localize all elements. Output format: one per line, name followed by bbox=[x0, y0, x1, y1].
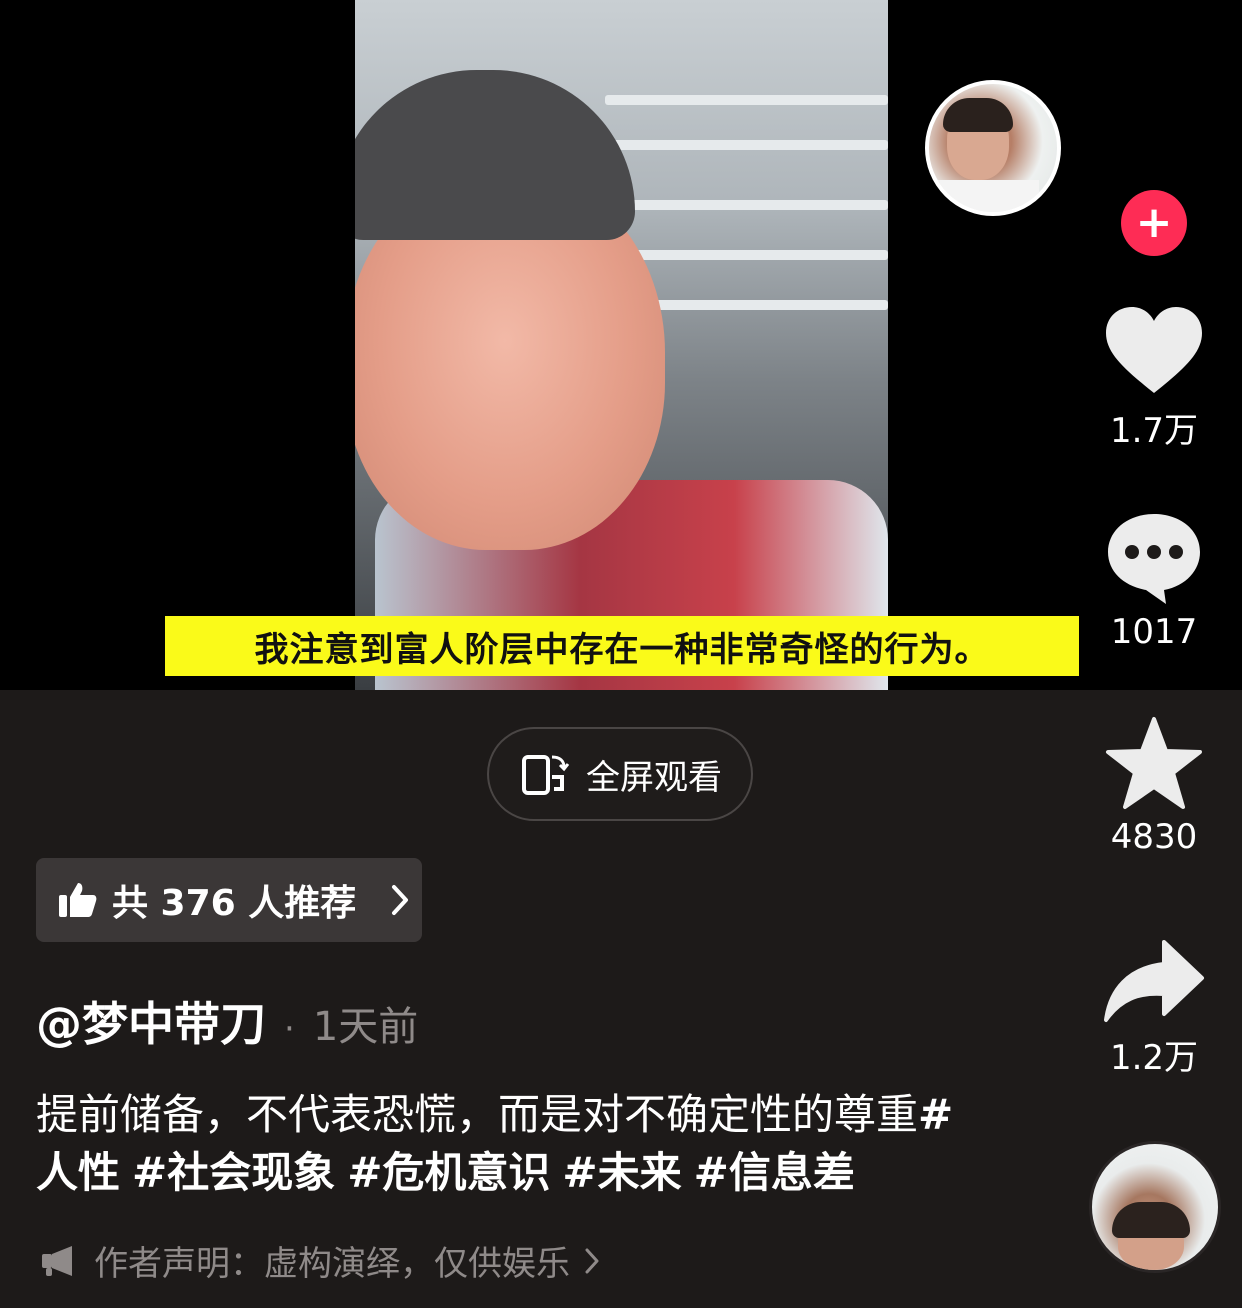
comment-button[interactable]: 1017 bbox=[1082, 510, 1226, 652]
fullscreen-icon bbox=[522, 755, 570, 795]
favorite-count: 4830 bbox=[1110, 817, 1198, 857]
hashtag[interactable]: #危机意识 bbox=[347, 1148, 550, 1197]
music-disc[interactable] bbox=[1089, 1141, 1221, 1273]
van-ceiling-rib bbox=[605, 250, 888, 260]
comment-count: 1017 bbox=[1110, 612, 1198, 652]
avatar-shirt bbox=[929, 180, 1039, 212]
van-ceiling-rib bbox=[605, 140, 888, 150]
hashtag[interactable]: #信息差 bbox=[694, 1148, 855, 1197]
plus-icon: + bbox=[1135, 197, 1173, 248]
thumbs-up-icon bbox=[59, 883, 97, 917]
separator-dot: · bbox=[284, 1009, 295, 1049]
video-subtitle: 我注意到富人阶层中存在一种非常奇怪的行为。 bbox=[165, 616, 1079, 676]
share-icon bbox=[1104, 940, 1204, 1022]
recommend-label: 共 376 人推荐 bbox=[112, 883, 357, 924]
post-caption: 提前储备，不代表恐慌，而是对不确定性的尊重#人性 #社会现象 #危机意识 #未来 #信息… bbox=[36, 1086, 976, 1202]
fullscreen-button[interactable]: 全屏观看 bbox=[487, 727, 753, 821]
hashtag[interactable]: #未来 bbox=[562, 1148, 681, 1197]
disclaimer-text: 作者声明：虚构演绎，仅供娱乐 bbox=[94, 1244, 570, 1284]
share-count: 1.2万 bbox=[1109, 1038, 1199, 1078]
hashtag[interactable]: #社会现象 bbox=[132, 1148, 335, 1197]
subtitle-text: 我注意到富人阶层中存在一种非常奇怪的行为。 bbox=[254, 629, 990, 670]
chevron-right-icon bbox=[585, 1248, 599, 1273]
star-icon bbox=[1106, 717, 1202, 809]
recommend-chip[interactable]: 共 376 人推荐 bbox=[36, 858, 422, 942]
avatar-hair bbox=[943, 98, 1013, 132]
comment-icon bbox=[1108, 514, 1200, 604]
caption-text: 提前储备，不代表恐慌，而是对不确定性的尊重 bbox=[36, 1090, 919, 1139]
fullscreen-label: 全屏观看 bbox=[586, 757, 722, 798]
favorite-button[interactable]: 4830 bbox=[1082, 715, 1226, 857]
video-player[interactable]: 我注意到富人阶层中存在一种非常奇怪的行为。 bbox=[0, 0, 1242, 690]
video-frame[interactable] bbox=[355, 0, 888, 690]
disc-hair bbox=[1112, 1202, 1190, 1238]
like-button[interactable]: 1.7万 bbox=[1082, 305, 1226, 452]
author-disclaimer[interactable]: 作者声明：虚构演绎，仅供娱乐 bbox=[40, 1236, 600, 1285]
share-button[interactable]: 1.2万 bbox=[1082, 938, 1226, 1079]
post-time: 1天前 bbox=[312, 1004, 419, 1050]
van-ceiling-rib bbox=[605, 95, 888, 105]
chevron-right-icon bbox=[392, 885, 409, 915]
heart-icon bbox=[1106, 307, 1202, 393]
like-count: 1.7万 bbox=[1109, 411, 1199, 451]
author-line: @梦中带刀 · 1天前 bbox=[36, 988, 418, 1054]
author-name[interactable]: @梦中带刀 bbox=[36, 988, 266, 1054]
person-cap bbox=[355, 70, 635, 240]
author-avatar[interactable] bbox=[925, 80, 1061, 216]
van-ceiling-rib bbox=[605, 200, 888, 210]
follow-button[interactable]: + bbox=[1121, 190, 1187, 256]
megaphone-icon bbox=[42, 1245, 72, 1276]
